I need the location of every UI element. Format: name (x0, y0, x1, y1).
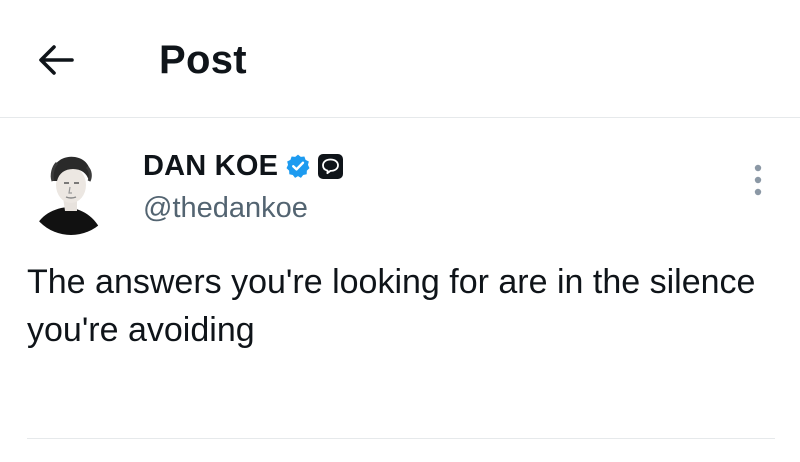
more-vertical-icon (754, 164, 762, 196)
more-options-button[interactable] (744, 160, 772, 200)
author-name-row: DAN KOE (143, 148, 344, 184)
avatar-photo (27, 147, 115, 235)
speech-bubble-badge-icon[interactable] (317, 153, 344, 180)
arrow-left-icon (39, 45, 74, 75)
verified-badge-icon (285, 153, 311, 179)
page-title: Post (159, 38, 247, 82)
back-button[interactable] (30, 36, 82, 84)
divider (27, 438, 775, 439)
author-handle[interactable]: @thedankoe (143, 190, 308, 226)
top-bar: Post (0, 0, 800, 118)
author-display-name[interactable]: DAN KOE (143, 150, 278, 183)
author-avatar[interactable] (27, 147, 115, 235)
post-text: The answers you're looking for are in th… (27, 263, 756, 349)
